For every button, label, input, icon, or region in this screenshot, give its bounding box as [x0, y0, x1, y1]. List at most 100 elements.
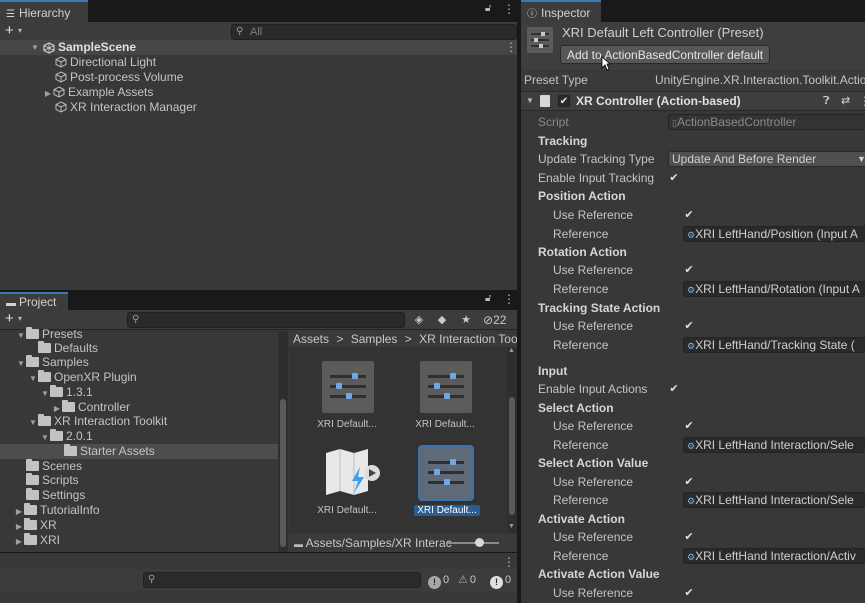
expand-arrow-icon[interactable]: ▼	[40, 386, 50, 401]
expand-arrow-icon[interactable]: ▼	[28, 415, 38, 430]
gameobject-cube-icon	[55, 101, 67, 113]
tracking-state-reference-field[interactable]: ⚙XRI LeftHand/Tracking State (	[683, 337, 865, 353]
asset-card-selected[interactable]: XRI Default...	[400, 445, 490, 527]
script-file-icon	[540, 95, 550, 107]
use-reference-checkbox[interactable]: ✔	[683, 420, 695, 432]
select-value-reference-field[interactable]: ⚙XRI LeftHand Interaction/Sele	[683, 492, 865, 508]
lock-icon[interactable]: 🔓︎	[485, 3, 491, 14]
console-info-count[interactable]: ! 0	[428, 572, 449, 589]
add-to-default-button[interactable]: Add to ActionBasedController default	[560, 45, 771, 64]
more-menu-icon[interactable]: ⋮	[503, 292, 515, 306]
rotation-reference-field[interactable]: ⚙XRI LeftHand/Rotation (Input A	[683, 281, 865, 297]
grid-scrollbar-thumb[interactable]	[509, 397, 515, 515]
position-reference-field[interactable]: ⚙XRI LeftHand/Position (Input A	[683, 226, 865, 242]
enable-input-tracking-checkbox[interactable]: ✔	[668, 172, 680, 184]
more-menu-icon[interactable]: ⋮	[503, 555, 515, 569]
asset-card[interactable]: XRI Default...	[400, 361, 490, 441]
hierarchy-item[interactable]: ▶ Example Assets	[43, 85, 153, 100]
hidden-packages-toggle[interactable]: ⊘22	[483, 310, 506, 330]
breadcrumb-item[interactable]: Samples	[351, 332, 398, 346]
use-reference-checkbox[interactable]: ✔	[683, 531, 695, 543]
tree-scrollbar[interactable]	[278, 331, 288, 552]
use-reference-checkbox[interactable]: ✔	[683, 587, 695, 599]
use-reference-checkbox[interactable]: ✔	[683, 264, 695, 276]
label-tag-icon[interactable]: ◆	[433, 310, 451, 330]
component-enabled-checkbox[interactable]: ✔	[558, 95, 570, 107]
folder-item[interactable]: ▼ XR Interaction Toolkit	[28, 414, 167, 429]
asset-card[interactable]: XRI Default...	[302, 361, 392, 441]
console-search-input[interactable]: ⚲	[143, 572, 421, 588]
expand-arrow-icon[interactable]: ▶	[43, 86, 53, 101]
hierarchy-item[interactable]: Directional Light	[55, 55, 156, 70]
hierarchy-search-input[interactable]: ⚲ All	[231, 24, 517, 40]
lock-icon[interactable]: 🔓︎	[485, 293, 491, 304]
tree-scrollbar-thumb[interactable]	[280, 399, 286, 547]
project-search-input[interactable]: ⚲	[127, 312, 405, 328]
scene-expand-arrow[interactable]: ▼	[30, 40, 40, 55]
expand-arrow-icon[interactable]: ▼	[16, 356, 26, 371]
enable-input-actions-row: Enable Input Actions ✔	[521, 380, 865, 398]
folder-item[interactable]: Defaults	[38, 341, 98, 356]
component-fold-arrow[interactable]: ▼	[526, 92, 534, 110]
more-menu-icon[interactable]: ⋮	[503, 2, 515, 16]
enable-input-actions-checkbox[interactable]: ✔	[668, 383, 680, 395]
expand-arrow-icon[interactable]: ▼	[28, 371, 38, 386]
activate-reference-field[interactable]: ⚙XRI LeftHand Interaction/Activ	[683, 548, 865, 564]
scroll-up-icon[interactable]: ▲	[508, 347, 515, 354]
folder-label: 1.3.1	[66, 385, 93, 399]
help-icon[interactable]: ❓︎	[823, 92, 830, 110]
folder-item[interactable]: ▼ Samples	[16, 355, 89, 370]
zoom-slider-thumb[interactable]	[475, 538, 484, 547]
folder-item[interactable]: ▼ OpenXR Plugin	[28, 370, 137, 385]
scene-more-icon[interactable]: ⋮	[505, 40, 517, 55]
folder-label: 2.0.1	[66, 429, 93, 443]
folder-item[interactable]: ▶ XR	[14, 518, 57, 533]
folder-item[interactable]: ▶ Controller	[52, 400, 130, 415]
tab-hierarchy[interactable]: ☰ Hierarchy	[0, 0, 88, 22]
console-warning-count[interactable]: ⚠ 0	[458, 572, 476, 588]
tab-project[interactable]: ▬ Project	[0, 292, 68, 310]
expand-arrow-icon[interactable]: ▶	[14, 534, 24, 549]
expand-arrow-icon[interactable]: ▶	[14, 504, 24, 519]
add-dropdown-icon[interactable]: ▾	[18, 26, 22, 35]
use-reference-checkbox[interactable]: ✔	[683, 209, 695, 221]
use-reference-checkbox[interactable]: ✔	[683, 476, 695, 488]
search-by-type-icon[interactable]: ◈	[410, 310, 428, 330]
breadcrumb-item[interactable]: Assets	[293, 332, 329, 346]
update-tracking-dropdown[interactable]: Update And Before Render ▼	[668, 151, 865, 167]
gameobject-cube-icon	[53, 86, 65, 98]
folder-item[interactable]: Settings	[26, 488, 85, 503]
folder-item[interactable]: Starter Assets	[64, 444, 155, 459]
folder-item[interactable]: ▼ 2.0.1	[40, 429, 93, 444]
folder-icon	[64, 444, 77, 456]
hierarchy-item[interactable]: Post-process Volume	[55, 70, 183, 85]
folder-item[interactable]: ▶ XRI	[14, 533, 60, 548]
breadcrumb-item[interactable]: XR Interaction Toolki	[419, 332, 517, 346]
expand-arrow-icon[interactable]: ▶	[14, 519, 24, 534]
folder-item[interactable]: ▼ 1.3.1	[40, 385, 93, 400]
console-error-count[interactable]: ! 0	[490, 572, 511, 589]
grid-scrollbar[interactable]: ▲ ▼	[507, 347, 517, 533]
scroll-down-icon[interactable]: ▼	[508, 523, 515, 530]
component-header[interactable]: ▼ ✔ XR Controller (Action-based) ❓︎ ⇄ ⋮	[521, 91, 865, 111]
component-more-icon[interactable]: ⋮	[859, 92, 865, 110]
scene-row[interactable]: ▼ SampleScene ⋮	[0, 40, 517, 55]
expand-arrow-icon[interactable]: ▼	[16, 328, 26, 343]
folder-item[interactable]: ▼ Presets	[16, 327, 83, 342]
search-icon: ⚲	[236, 26, 244, 37]
preset-settings-icon[interactable]: ⇄	[841, 92, 850, 110]
folder-item[interactable]: ▶ TutorialInfo	[14, 503, 100, 518]
asset-card[interactable]: XRI Default...	[302, 447, 392, 527]
use-reference-checkbox[interactable]: ✔	[683, 320, 695, 332]
select-reference-field[interactable]: ⚙XRI LeftHand Interaction/Sele	[683, 437, 865, 453]
folder-item[interactable]: Scenes	[26, 459, 82, 474]
expand-arrow-icon[interactable]: ▼	[40, 430, 50, 445]
favorite-star-icon[interactable]: ★	[457, 310, 475, 330]
tab-inspector[interactable]: ⓘ Inspector	[521, 0, 601, 22]
add-button[interactable]: +	[5, 22, 14, 40]
zoom-slider[interactable]	[447, 538, 499, 547]
add-dropdown-icon[interactable]: ▾	[18, 314, 22, 323]
folder-item[interactable]: Scripts	[26, 473, 79, 488]
hierarchy-item[interactable]: XR Interaction Manager	[55, 100, 197, 115]
add-button[interactable]: +	[5, 310, 14, 328]
